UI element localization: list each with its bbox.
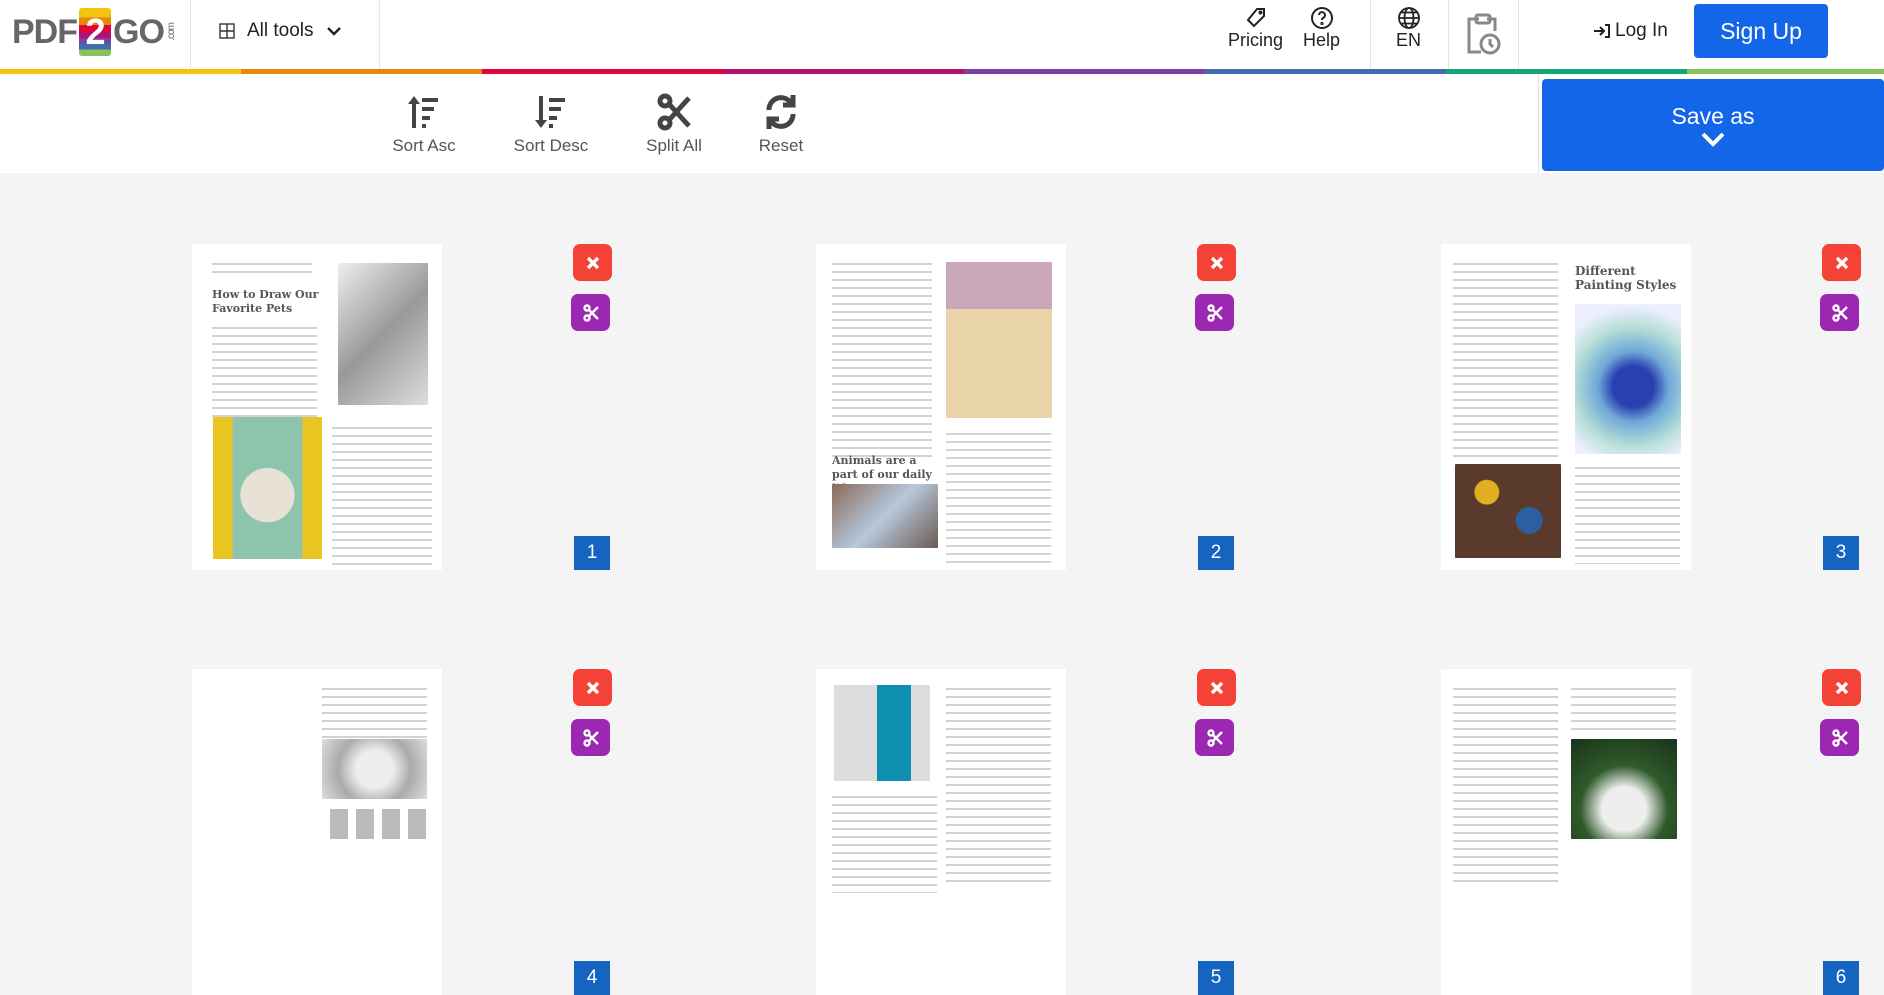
scissors-icon [1206,728,1223,747]
page-heading: Different Painting Styles [1575,264,1677,292]
page-thumbnail[interactable] [816,669,1066,995]
sort-asc-button[interactable]: Sort Asc [369,92,479,156]
divider [190,0,191,69]
delete-page-button[interactable] [573,669,612,706]
signup-button[interactable]: Sign Up [1694,4,1828,58]
login-icon [1594,24,1610,38]
reset-label: Reset [758,136,804,155]
page-number-badge: 3 [1823,536,1859,570]
help-label: Help [1303,30,1341,50]
delete-page-button[interactable] [573,244,612,281]
sort-asc-icon [408,96,438,128]
scissors-icon [657,93,691,131]
reset-icon [766,95,796,129]
delete-page-button[interactable] [1822,244,1861,281]
page-thumbnail[interactable] [192,669,442,995]
pricing-link[interactable]: Pricing [1228,6,1283,51]
logo-suffix: .com [165,23,177,41]
pdf2go-logo[interactable]: PDF 2 GO .com [12,8,177,56]
pricing-label: Pricing [1228,30,1284,50]
scissors-icon [582,728,599,747]
page-thumbnail[interactable]: Different Painting Styles [1441,244,1691,570]
help-link[interactable]: Help [1303,6,1340,51]
save-as-label: Save as [1671,102,1755,129]
divider [379,0,380,69]
page-number-badge: 2 [1198,536,1234,570]
close-icon [1210,256,1223,269]
grid-icon [219,23,235,39]
page-number-badge: 4 [574,961,610,995]
split-page-button[interactable] [571,294,610,331]
all-tools-label: All tools [247,20,314,41]
delete-page-button[interactable] [1822,669,1861,706]
divider [1370,0,1371,69]
close-icon [586,256,599,269]
logo-text: PDF [12,12,78,51]
page-thumbnail[interactable] [1441,669,1691,995]
scissors-icon [1831,728,1848,747]
page-thumbnail[interactable]: How to Draw Our Favorite Pets [192,244,442,570]
globe-icon [1397,7,1420,29]
close-icon [1210,681,1223,694]
login-label: Log In [1615,20,1668,41]
sort-desc-button[interactable]: Sort Desc [496,92,606,156]
close-icon [586,681,599,694]
divider [1448,0,1449,69]
split-page-button[interactable] [1820,294,1859,331]
login-link[interactable]: Log In [1593,20,1668,42]
delete-page-button[interactable] [1197,669,1236,706]
top-header: PDF 2 GO .com All tools Pricing Help EN Log… [0,0,1884,69]
page-number-badge: 1 [574,536,610,570]
price-tag-icon [1246,8,1265,28]
divider [1538,74,1539,173]
reset-button[interactable]: Reset [726,92,836,156]
chevron-down-icon [326,27,341,36]
split-all-button[interactable]: Split All [619,92,729,156]
language-label: EN [1396,30,1422,50]
sort-asc-label: Sort Asc [392,136,456,155]
split-page-button[interactable] [571,719,610,756]
split-page-button[interactable] [1195,719,1234,756]
logo-mark: 2 [79,8,111,56]
split-page-button[interactable] [1195,294,1234,331]
logo-text: GO [113,12,165,51]
page-number-badge: 6 [1823,961,1859,995]
save-as-button[interactable]: Save as [1542,79,1884,171]
all-tools-menu[interactable]: All tools [219,20,342,42]
scissors-icon [1831,303,1848,322]
sort-desc-label: Sort Desc [513,136,589,155]
close-icon [1835,256,1848,269]
scissors-icon [582,303,599,322]
page-thumbnail[interactable]: Animals are a part of our daily life [816,244,1066,570]
help-icon [1310,7,1333,29]
chevron-down-icon [1701,132,1725,147]
close-icon [1835,681,1848,694]
split-page-button[interactable] [1820,719,1859,756]
divider [1518,0,1519,69]
sort-desc-icon [535,96,565,128]
history-clipboard-icon[interactable] [1465,13,1501,55]
scissors-icon [1206,303,1223,322]
language-selector[interactable]: EN [1396,6,1421,51]
page-number-badge: 5 [1198,961,1234,995]
delete-page-button[interactable] [1197,244,1236,281]
page-heading: How to Draw Our Favorite Pets [212,288,319,315]
split-all-label: Split All [646,136,702,155]
